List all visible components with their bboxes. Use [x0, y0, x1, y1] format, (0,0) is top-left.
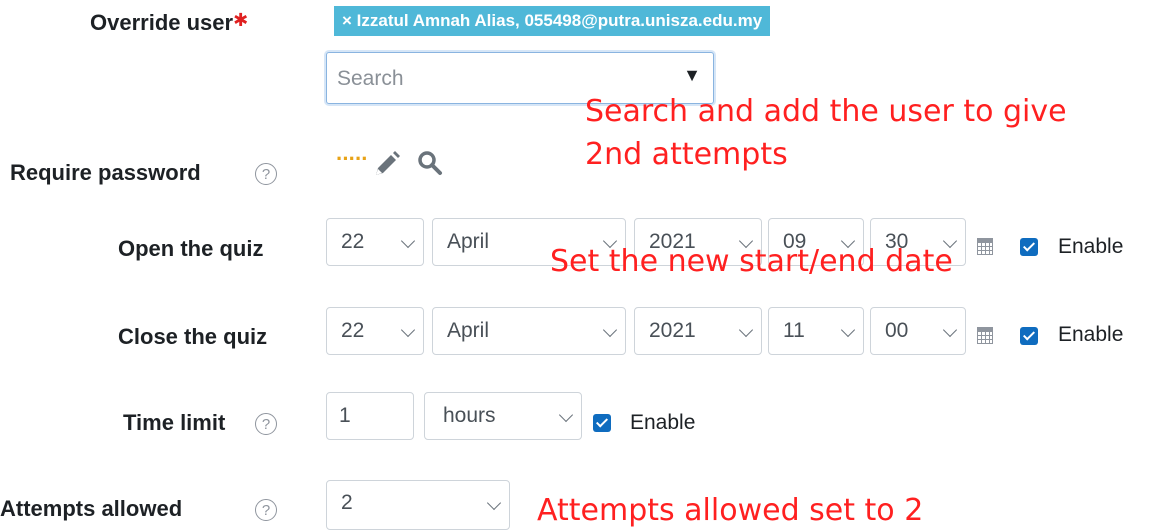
open-month-value: April [447, 230, 490, 253]
close-year-value: 2021 [649, 319, 696, 342]
time-unit-value: hours [443, 404, 496, 427]
annotation-search-note-2: 2nd attempts [585, 137, 788, 172]
close-quiz-label: Close the quiz [118, 324, 268, 349]
chevron-down-icon [400, 322, 416, 338]
annotation-date-note: Set the new start/end date [550, 244, 953, 279]
open-day-select[interactable]: 22 [326, 218, 424, 266]
override-user-label: Override user✱ [90, 10, 248, 36]
close-minute-value: 00 [885, 319, 909, 342]
open-quiz-label: Open the quiz [118, 236, 264, 261]
attempts-select[interactable]: 2 [326, 480, 510, 530]
override-user-text: Override user [90, 10, 234, 35]
close-hour-value: 11 [783, 319, 805, 342]
annotation-search-note-1: Search and add the user to give [585, 94, 1067, 129]
attempts-value: 2 [341, 491, 353, 514]
selected-user-text: × Izzatul Amnah Alias, 055498@putra.unis… [342, 11, 763, 30]
help-icon[interactable]: ? [255, 499, 277, 521]
open-enable-checkbox[interactable] [1020, 238, 1038, 256]
close-day-select[interactable]: 22 [326, 307, 424, 355]
calendar-icon[interactable] [976, 237, 993, 255]
require-password-label: Require password [10, 160, 201, 185]
chevron-down-icon [486, 495, 502, 511]
open-enable-label: Enable [1058, 235, 1124, 258]
chevron-down-icon [840, 322, 856, 338]
chevron-down-icon [400, 233, 416, 249]
password-masked: ····· [336, 146, 369, 171]
close-hour-select[interactable]: 11 [768, 307, 864, 355]
dropdown-arrow-icon[interactable]: ▼ [683, 65, 701, 86]
time-unit-select[interactable]: hours [424, 392, 582, 440]
search-placeholder: Search [337, 67, 404, 90]
close-month-value: April [447, 319, 490, 342]
close-month-select[interactable]: April [432, 307, 626, 355]
time-limit-value: 1 [339, 404, 351, 427]
chevron-down-icon [558, 407, 574, 423]
close-enable-checkbox[interactable] [1020, 327, 1038, 345]
open-day-value: 22 [341, 230, 365, 253]
close-year-select[interactable]: 2021 [634, 307, 762, 355]
chevron-down-icon [942, 322, 958, 338]
help-icon[interactable]: ? [255, 413, 277, 435]
selected-user-tag[interactable]: × Izzatul Amnah Alias, 055498@putra.unis… [334, 6, 771, 36]
attempts-allowed-label: Attempts allowed [0, 496, 183, 521]
time-limit-label: Time limit [123, 410, 226, 435]
calendar-icon[interactable] [976, 326, 993, 344]
help-icon[interactable]: ? [255, 163, 277, 185]
chevron-down-icon [602, 322, 618, 338]
required-icon: ✱ [233, 10, 249, 30]
search-icon[interactable] [417, 150, 443, 176]
close-enable-label: Enable [1058, 323, 1124, 346]
close-minute-select[interactable]: 00 [870, 307, 966, 355]
time-limit-enable-checkbox[interactable] [593, 414, 611, 432]
pencil-icon[interactable] [372, 149, 402, 179]
chevron-down-icon [738, 322, 754, 338]
close-day-value: 22 [341, 319, 365, 342]
time-limit-enable-label: Enable [630, 411, 696, 434]
annotation-attempts-note: Attempts allowed set to 2 [537, 493, 924, 528]
time-limit-input[interactable]: 1 [326, 392, 414, 440]
